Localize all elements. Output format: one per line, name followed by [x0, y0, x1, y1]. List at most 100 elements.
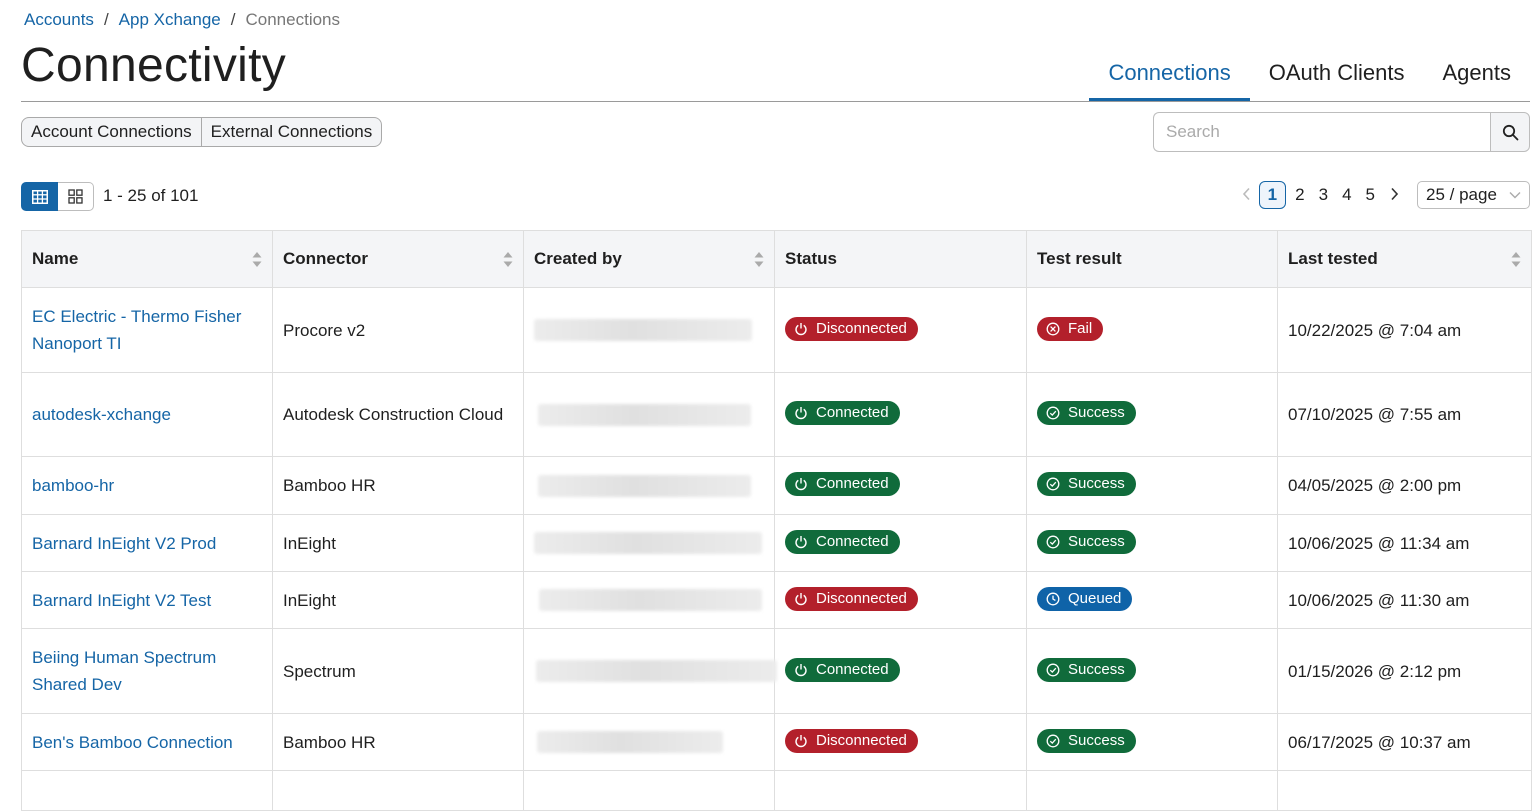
search-button[interactable]: [1490, 112, 1530, 152]
card-view-button[interactable]: [58, 182, 94, 211]
check-circle-icon: [1046, 535, 1060, 548]
status-cell: Connected: [774, 372, 1027, 457]
page-size-select[interactable]: 25 / page: [1417, 181, 1530, 209]
prev-page-button[interactable]: [1234, 185, 1259, 206]
status-label: Disconnected: [816, 589, 907, 607]
connection-link[interactable]: Barnard InEight V2 Prod: [32, 534, 216, 553]
last-tested-cell: 10/06/2025 @ 11:30 am: [1277, 571, 1532, 629]
chevron-down-icon: [1509, 192, 1521, 199]
sort-icon: [754, 251, 764, 268]
page-1-button[interactable]: 1: [1258, 181, 1287, 209]
external-connections-button[interactable]: External Connections: [201, 117, 383, 147]
test-result-badge: Success: [1037, 529, 1136, 554]
check-circle-icon: [1046, 406, 1060, 420]
account-connections-button[interactable]: Account Connections: [21, 117, 202, 147]
test-result-cell: [1026, 770, 1278, 811]
connection-link[interactable]: Beiing Human Spectrum Shared Dev: [32, 648, 216, 694]
connector-cell: Spectrum: [272, 628, 524, 714]
status-label: Connected: [816, 475, 889, 492]
status-cell: Connected: [774, 456, 1027, 515]
sort-icon: [1511, 251, 1521, 268]
power-icon: [795, 478, 807, 491]
breadcrumb-app-xchange[interactable]: App Xchange: [119, 10, 221, 29]
column-header-name[interactable]: Name: [21, 230, 273, 288]
name-cell: [21, 770, 273, 811]
breadcrumb: Accounts / App Xchange / Connections: [24, 10, 340, 30]
redacted-creator: [536, 660, 777, 682]
test-result-cell: Success: [1026, 514, 1278, 572]
page-4-button[interactable]: 4: [1335, 185, 1358, 205]
name-cell: Ben's Bamboo Connection: [21, 713, 273, 771]
tab-connections[interactable]: Connections: [1089, 58, 1250, 101]
table-row: [21, 770, 1532, 811]
column-header-connector[interactable]: Connector: [272, 230, 524, 288]
last-tested-cell: 06/17/2025 @ 10:37 am: [1277, 713, 1532, 771]
chevron-left-icon: [1242, 187, 1250, 200]
table-row: Beiing Human Spectrum Shared Dev Spectru…: [21, 628, 1532, 714]
connection-link[interactable]: Barnard InEight V2 Test: [32, 591, 211, 610]
status-cell: Disconnected: [774, 571, 1027, 629]
table-row: Barnard InEight V2 Test InEight Disconne…: [21, 571, 1532, 629]
column-header-status: Status: [774, 230, 1027, 288]
connector-cell: [272, 770, 524, 811]
page-2-button[interactable]: 2: [1288, 185, 1311, 205]
page-title: Connectivity: [21, 39, 287, 92]
column-header-label: Created by: [534, 249, 622, 268]
check-circle-icon: [1046, 663, 1060, 676]
test-result-label: Success: [1068, 532, 1125, 550]
test-result-cell: Queued: [1026, 571, 1278, 629]
created-by-cell: [523, 514, 775, 572]
connection-link[interactable]: autodesk-xchange: [32, 405, 171, 424]
test-result-cell: Success: [1026, 713, 1278, 771]
power-icon: [795, 407, 807, 420]
status-label: Disconnected: [816, 319, 907, 337]
breadcrumb-current: Connections: [245, 10, 341, 29]
search-input[interactable]: [1153, 112, 1490, 152]
column-header-last-tested[interactable]: Last tested: [1277, 230, 1532, 288]
status-label: Disconnected: [816, 731, 907, 749]
last-tested-cell: 10/22/2025 @ 7:04 am: [1277, 287, 1532, 373]
created-by-cell: [523, 770, 775, 811]
power-icon: [795, 322, 807, 335]
page-5-button[interactable]: 5: [1359, 185, 1382, 205]
created-by-cell: [523, 372, 775, 457]
status-label: Connected: [816, 660, 889, 678]
test-result-label: Queued: [1068, 589, 1122, 607]
connection-link[interactable]: EC Electric - Thermo Fisher Nanoport TI: [32, 307, 241, 353]
tab-agents[interactable]: Agents: [1424, 58, 1531, 101]
table-view-button[interactable]: [21, 182, 58, 211]
status-badge: Connected: [785, 529, 900, 554]
column-header-label: Status: [785, 249, 837, 268]
created-by-cell: [523, 456, 775, 515]
status-cell: Connected: [774, 628, 1027, 714]
status-cell: Disconnected: [774, 713, 1027, 771]
column-header-created-by[interactable]: Created by: [523, 230, 775, 288]
test-result-label: Success: [1068, 404, 1125, 421]
table-row: EC Electric - Thermo Fisher Nanoport TI …: [21, 287, 1532, 373]
connector-cell: Procore v2: [272, 287, 524, 373]
next-page-button[interactable]: [1382, 185, 1407, 206]
power-icon: [795, 663, 807, 676]
table-row: autodesk-xchange Autodesk Construction C…: [21, 372, 1532, 457]
page-3-button[interactable]: 3: [1312, 185, 1335, 205]
name-cell: Barnard InEight V2 Prod: [21, 514, 273, 572]
search-bar: [1153, 112, 1530, 152]
table-row: Barnard InEight V2 Prod InEight Connecte…: [21, 514, 1532, 572]
table-view-icon: [31, 189, 48, 204]
connection-link[interactable]: bamboo-hr: [32, 476, 114, 495]
connections-table: Name Connector Created by Status Test re…: [21, 230, 1532, 811]
column-header-label: Connector: [283, 249, 368, 268]
connection-link[interactable]: Ben's Bamboo Connection: [32, 733, 233, 752]
test-result-badge: Success: [1037, 472, 1136, 496]
search-icon: [1502, 124, 1518, 140]
column-header-test-result: Test result: [1026, 230, 1278, 288]
name-cell: Beiing Human Spectrum Shared Dev: [21, 628, 273, 714]
test-result-badge: Success: [1037, 401, 1136, 425]
power-icon: [795, 734, 807, 747]
breadcrumb-separator: /: [103, 10, 109, 29]
status-cell: Connected: [774, 514, 1027, 572]
breadcrumb-accounts[interactable]: Accounts: [24, 10, 94, 29]
status-badge: Connected: [785, 472, 900, 496]
tab-oauth-clients[interactable]: OAuth Clients: [1250, 58, 1424, 101]
test-result-label: Fail: [1068, 319, 1093, 337]
